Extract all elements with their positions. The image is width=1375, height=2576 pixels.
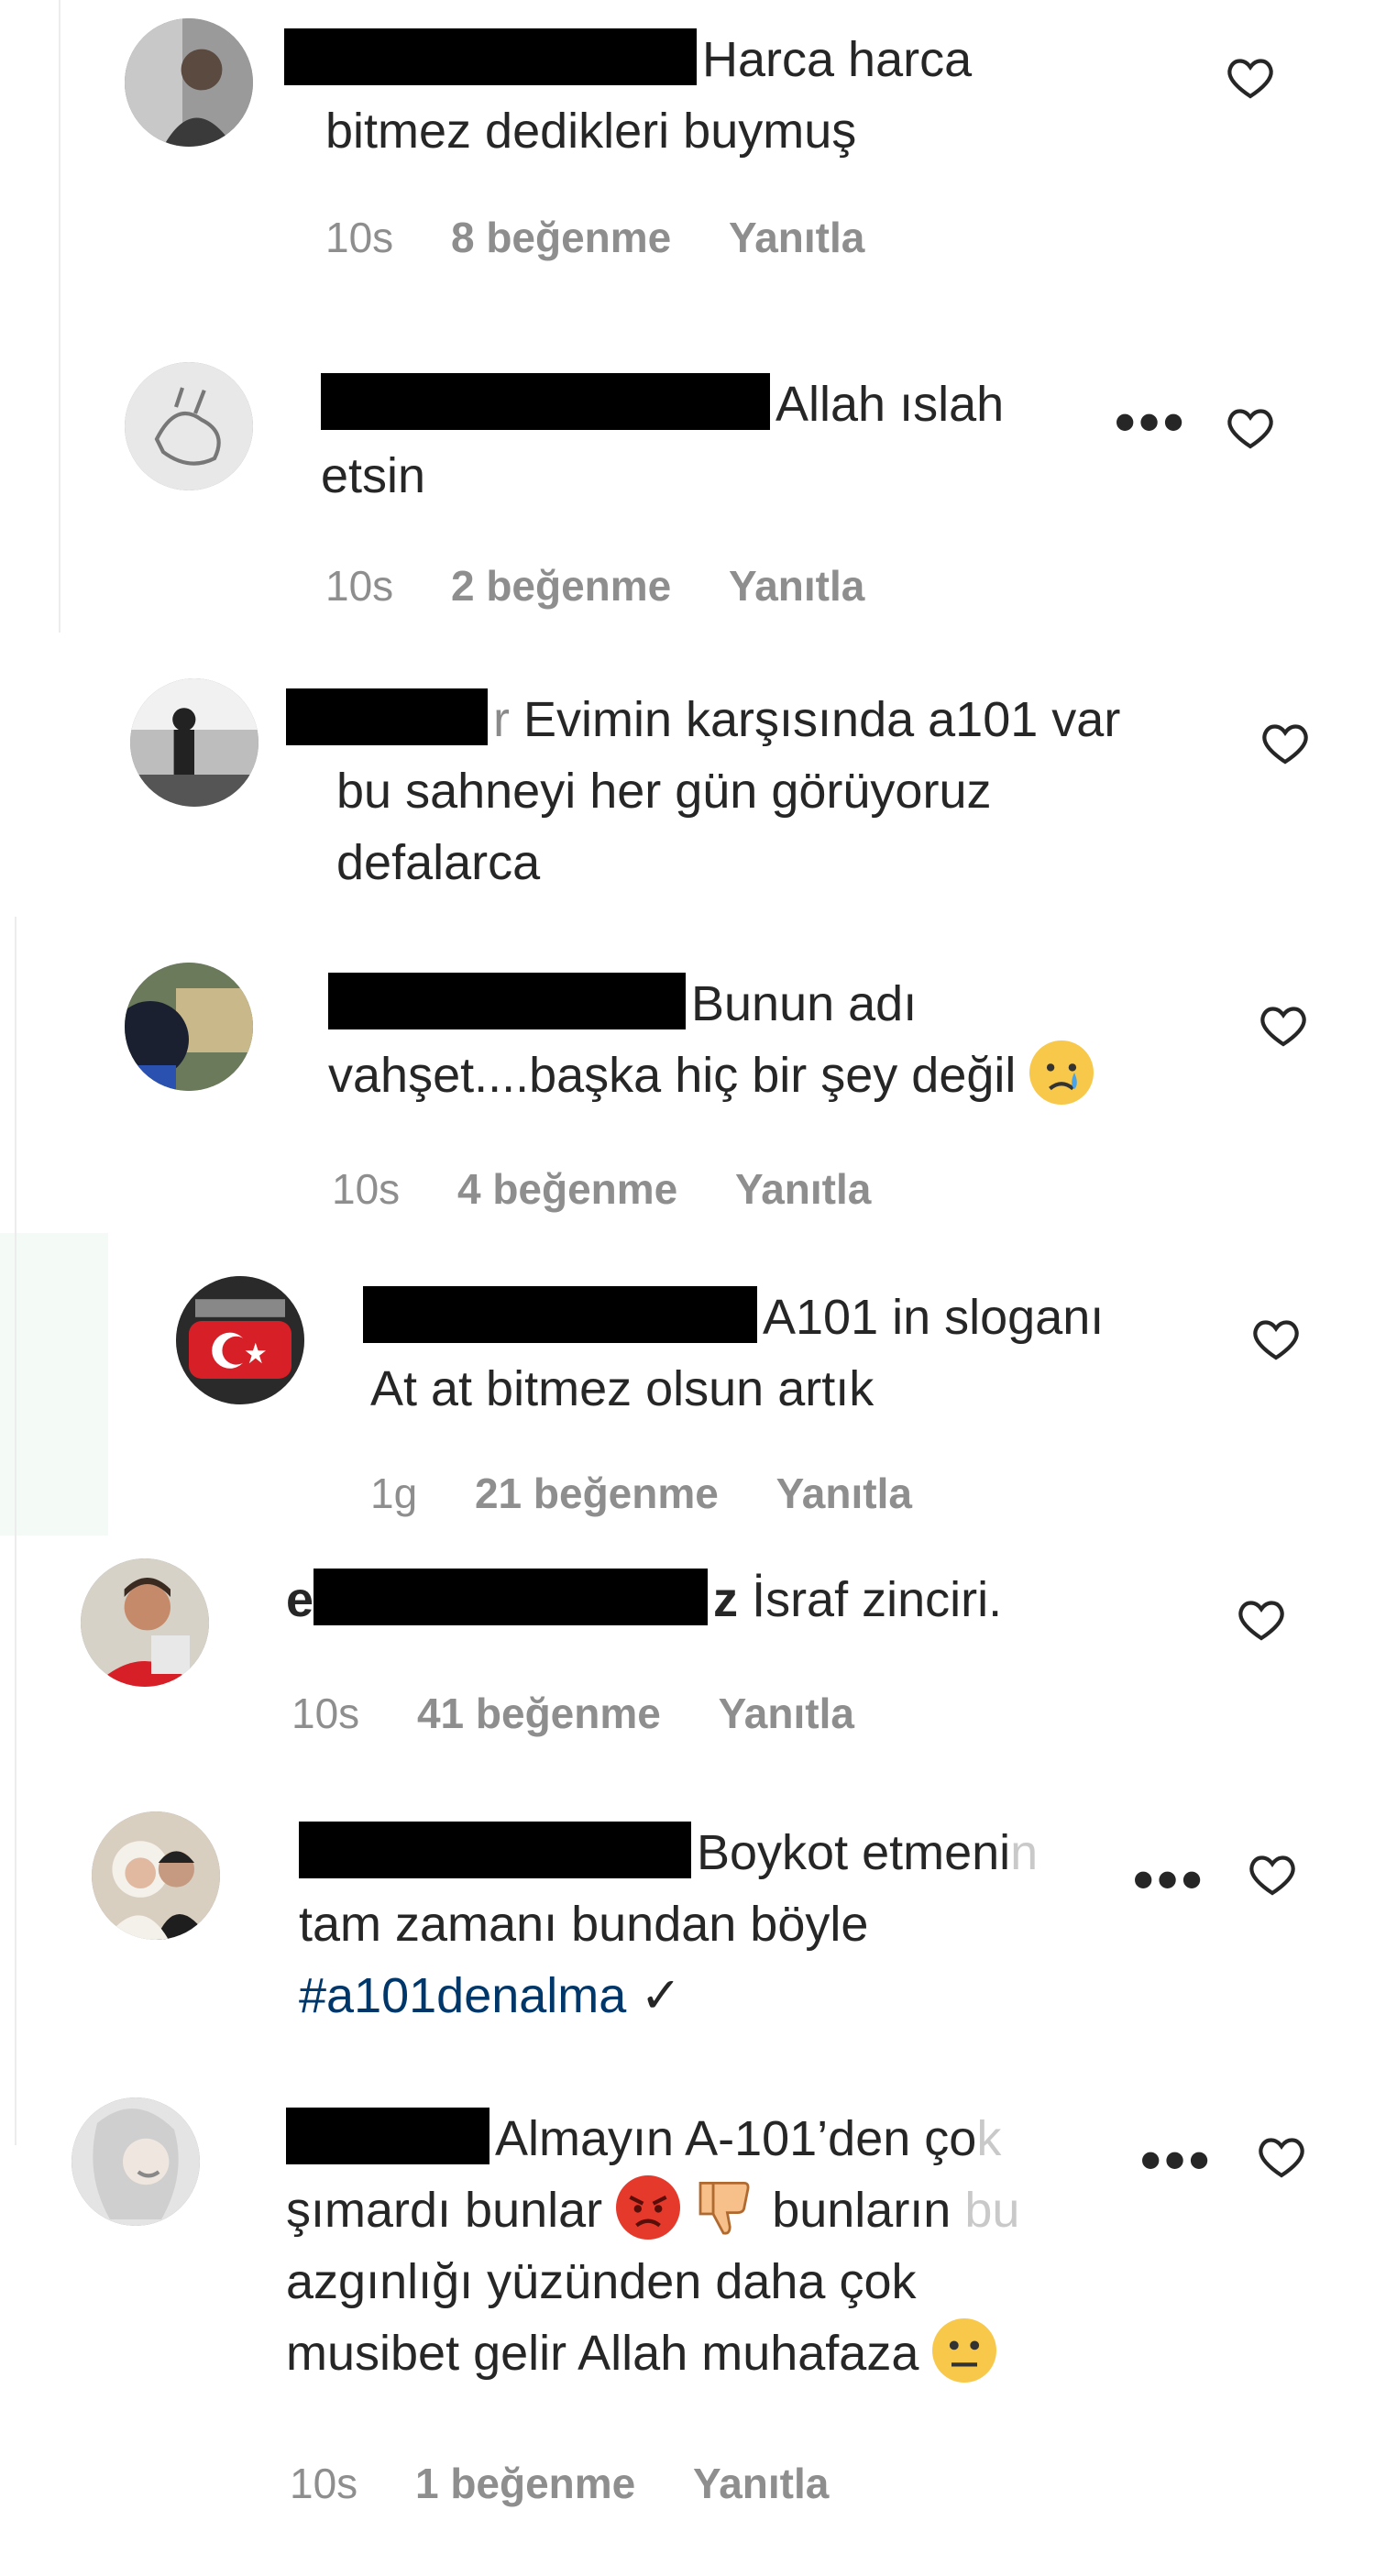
avatar[interactable] <box>176 1276 304 1404</box>
more-options-icon[interactable]: ••• <box>1140 2130 1213 2189</box>
heart-outline-icon[interactable] <box>1247 1848 1298 1899</box>
like-count[interactable]: 1 beğenme <box>415 2459 635 2508</box>
redacted-username <box>363 1286 757 1343</box>
comment-text-line: defalarca <box>336 835 541 890</box>
timestamp: 10s <box>292 1690 360 1737</box>
heart-outline-icon[interactable] <box>1258 999 1309 1051</box>
like-count[interactable]: 4 beğenme <box>457 1164 677 1214</box>
redacted-username <box>328 973 686 1029</box>
more-options-icon[interactable]: ••• <box>1115 392 1187 451</box>
timestamp: 1g <box>370 1470 418 1517</box>
comment-text: Boykot etmenin tam zamanı bundan böyle #… <box>299 1817 1038 2031</box>
timestamp: 10s <box>325 214 394 261</box>
like-count[interactable]: 8 beğenme <box>451 213 671 262</box>
heart-outline-icon[interactable] <box>1225 402 1276 453</box>
redacted-username <box>314 1569 709 1625</box>
comment-text: Bunun adı vahşet....başka hiç bir şey de… <box>328 968 1094 1111</box>
comment-text-line: bitmez dedikleri buymuş <box>325 104 857 159</box>
reply-button[interactable]: Yanıtla <box>729 561 864 611</box>
hashtag-link[interactable]: #a101denalma <box>299 1968 626 2023</box>
avatar[interactable] <box>125 362 253 490</box>
comment-meta: 10s 1 beğenme Yanıtla <box>290 2459 874 2508</box>
redacted-username <box>286 688 488 745</box>
comment-text-line: şımardı bunlar <box>286 2183 603 2238</box>
thumbs-down-emoji <box>694 2175 759 2240</box>
avatar[interactable] <box>130 678 258 807</box>
redacted-username <box>321 373 770 430</box>
sad-tear-emoji <box>1029 1040 1094 1105</box>
comment-meta: 10s 2 beğenme Yanıtla <box>325 561 910 611</box>
avatar[interactable] <box>81 1558 209 1687</box>
neutral-face-emoji <box>932 2318 997 2383</box>
more-options-icon[interactable]: ••• <box>1133 1850 1205 1909</box>
comment-text-line: azgınlığı yüzünden daha çok <box>286 2254 917 2309</box>
comment-text: Allah ıslah etsin <box>321 369 1004 512</box>
comment-text: ez İsraf zinciri. <box>286 1564 1002 1635</box>
comment-text: Harca harca bitmez dedikleri buymuş <box>284 24 972 167</box>
avatar[interactable] <box>92 1811 220 1940</box>
thread-line <box>59 0 60 633</box>
heart-outline-icon[interactable] <box>1225 51 1276 103</box>
comment-text-line: vahşet....başka hiç bir şey değil <box>328 1048 1017 1103</box>
comment-meta: 10s 41 beğenme Yanıtla <box>292 1689 900 1738</box>
reply-button[interactable]: Yanıtla <box>719 1689 854 1738</box>
comment-text-line: etsin <box>321 448 426 503</box>
comment-text-line: tam zamanı bundan böyle <box>299 1897 869 1952</box>
reply-button[interactable]: Yanıtla <box>735 1164 871 1214</box>
comment-meta: 1g 21 beğenme Yanıtla <box>370 1469 958 1518</box>
redacted-username <box>286 2108 490 2164</box>
timestamp: 10s <box>290 2460 358 2507</box>
avatar[interactable] <box>125 18 253 147</box>
comment-text-line: At at bitmez olsun artık <box>370 1361 874 1416</box>
timestamp: 10s <box>325 562 394 610</box>
heart-outline-icon[interactable] <box>1250 1313 1302 1364</box>
heart-outline-icon[interactable] <box>1236 1593 1287 1645</box>
comment-meta: 10s 4 beğenme Yanıtla <box>332 1164 917 1214</box>
like-count[interactable]: 41 beğenme <box>417 1689 661 1738</box>
heart-outline-icon[interactable] <box>1260 717 1311 768</box>
reply-button[interactable]: Yanıtla <box>776 1469 912 1518</box>
like-count[interactable]: 2 beğenme <box>451 561 671 611</box>
timestamp: 10s <box>332 1165 401 1213</box>
heart-outline-icon[interactable] <box>1256 2130 1307 2182</box>
comment-text: r Evimin karşısında a101 var bu sahneyi … <box>286 684 1120 898</box>
redacted-username <box>299 1822 691 1878</box>
comment-meta: 10s 8 beğenme Yanıtla <box>325 213 910 262</box>
comment-text: A101 in sloganı At at bitmez olsun artık <box>363 1282 1104 1425</box>
thread-line <box>15 917 16 2145</box>
reply-button[interactable]: Yanıtla <box>693 2459 829 2508</box>
angry-face-emoji <box>616 2175 681 2240</box>
comment-text: Almayın A-101’den çok şımardı bunlar bun… <box>286 2103 1019 2389</box>
avatar[interactable] <box>72 2097 200 2226</box>
like-count[interactable]: 21 beğenme <box>475 1469 719 1518</box>
avatar[interactable] <box>125 963 253 1091</box>
comment-text-line: musibet gelir Allah muhafaza <box>286 2326 919 2381</box>
redacted-username <box>284 28 697 85</box>
comment-text-line: bu sahneyi her gün görüyoruz <box>336 764 992 819</box>
reply-button[interactable]: Yanıtla <box>729 213 864 262</box>
